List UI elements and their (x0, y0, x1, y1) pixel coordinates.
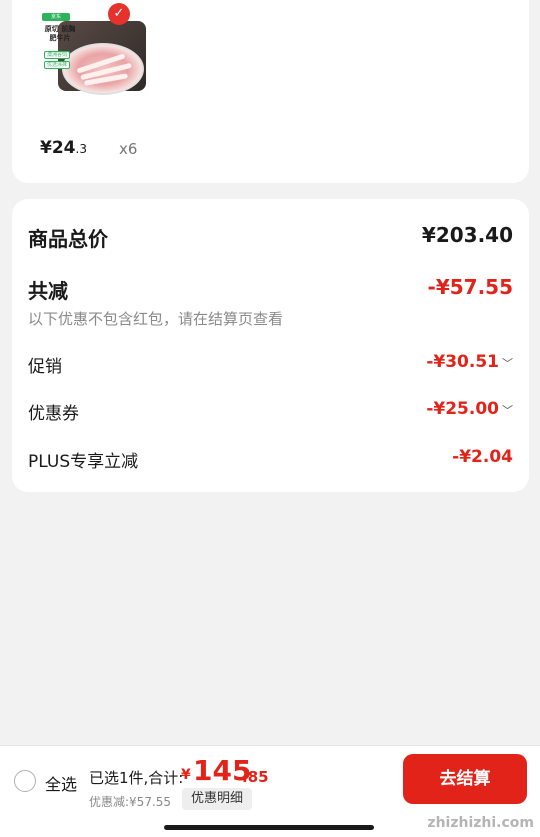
home-indicator (164, 825, 374, 830)
product-price: ¥24.3 (40, 138, 87, 158)
product-image-tag: 优选涂抹 (44, 61, 70, 69)
total-price-value: ¥203.40 (421, 223, 513, 247)
total-amount-dec: .85 (242, 768, 269, 786)
total-reduce-label: 共减 (28, 279, 68, 303)
chevron-down-icon: ﹀ (502, 357, 513, 370)
product-price-dec: .3 (75, 142, 87, 156)
discount-detail-button[interactable]: 优惠明细 (182, 788, 252, 810)
watermark: zhizhizhi.com (427, 815, 534, 831)
selected-check-icon[interactable]: ✓ (108, 3, 130, 25)
coupon-amount: -¥25.00 (426, 399, 499, 419)
checkout-bar: 全选 已选1件,合计: ¥ 145 .85 优惠减:¥57.55 优惠明细 去结… (0, 745, 540, 837)
promotion-label: 促销 (28, 357, 62, 377)
promotion-value: -¥30.51 ﹀ (426, 352, 513, 372)
product-price-int: ¥24 (40, 138, 76, 158)
plus-discount-value: -¥2.04 (452, 447, 513, 467)
chevron-down-icon: ﹀ (502, 404, 513, 417)
product-card: 京东 原切 前胸肥牛片 澳洲谷饲 优选涂抹 ✓ ¥24.3 x6 (12, 0, 529, 183)
selected-count-text: 已选1件,合计: (89, 769, 184, 787)
product-image-name: 原切 前胸肥牛片 (44, 25, 76, 42)
coupon-label: 优惠券 (28, 404, 79, 424)
total-price-label: 商品总价 (28, 227, 108, 251)
total-reduce-value: -¥57.55 (427, 275, 513, 299)
product-image-tag: 澳洲谷饲 (44, 51, 70, 59)
product-quantity: x6 (119, 140, 138, 158)
discount-note: 以下优惠不包含红包，请在结算页查看 (28, 310, 284, 328)
total-currency: ¥ (181, 767, 191, 783)
checkout-button[interactable]: 去结算 (403, 754, 527, 804)
select-all-label[interactable]: 全选 (45, 771, 77, 795)
coupon-value: -¥25.00 ﹀ (426, 399, 513, 419)
plus-discount-label: PLUS专享立减 (28, 452, 139, 472)
discount-total-text: 优惠减:¥57.55 (89, 795, 172, 809)
product-thumbnail[interactable]: 京东 原切 前胸肥牛片 澳洲谷饲 优选涂抹 (40, 13, 152, 103)
product-brand-label: 京东 (42, 13, 70, 21)
price-summary-card: 商品总价 ¥203.40 共减 -¥57.55 以下优惠不包含红包，请在结算页查… (12, 199, 529, 492)
promotion-amount: -¥30.51 (426, 352, 499, 372)
select-all-radio[interactable] (14, 770, 36, 792)
